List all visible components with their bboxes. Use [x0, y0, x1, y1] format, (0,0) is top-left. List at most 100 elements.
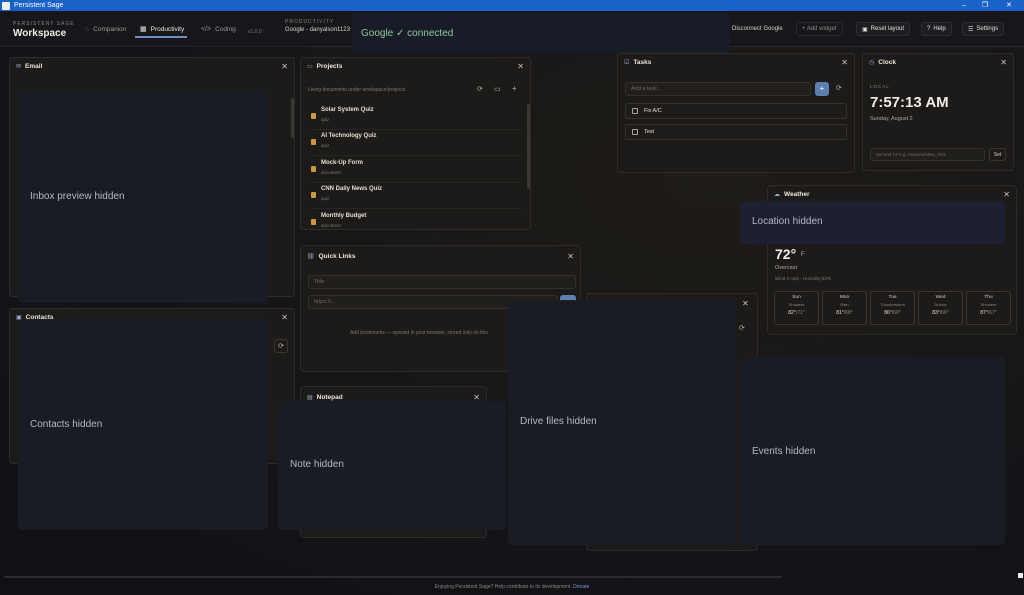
footer: Enjoying Persistent Sage? Help contribut…	[0, 582, 1024, 595]
drive-mask-label: Drive files hidden	[520, 416, 597, 427]
close-icon[interactable]: ✕	[517, 62, 524, 71]
close-icon[interactable]: ✕	[281, 62, 288, 71]
clock-date: Sunday, August 2	[870, 116, 913, 122]
refresh-icon[interactable]: ⟳	[477, 85, 483, 93]
disconnect-google-button[interactable]: Disconnect Google	[727, 22, 788, 36]
weather-details: Wind 3 mph · Humidity 92%	[775, 276, 831, 281]
document-icon	[311, 219, 316, 225]
weather-title: Weather	[784, 190, 810, 198]
list-item[interactable]: Solar System Quiz quiz	[309, 104, 522, 130]
document-icon	[311, 166, 316, 172]
project-kind: document	[321, 223, 341, 228]
close-icon[interactable]: ✕	[281, 313, 288, 322]
weather-temp: 72°	[775, 246, 797, 262]
clock-title: Clock	[878, 58, 896, 66]
list-item[interactable]: Fix A/C	[625, 103, 847, 119]
refresh-icon[interactable]: ⟳	[274, 339, 288, 353]
task-checkbox[interactable]	[632, 129, 638, 135]
link-title-input[interactable]: Title	[308, 275, 576, 289]
horizontal-scrollbar[interactable]	[4, 576, 782, 578]
companion-icon: ◌	[85, 25, 90, 33]
refresh-icon[interactable]: ⟳	[739, 324, 745, 332]
tab-productivity[interactable]: ▦ Productivity	[140, 21, 184, 37]
tab-companion-label: Companion	[93, 25, 127, 33]
projects-panel: ▭ Projects ✕ Living documents under worksp…	[300, 57, 531, 230]
notepad-title: Notepad	[316, 393, 343, 401]
close-icon[interactable]: ✕	[567, 252, 574, 261]
weather-icon: ☁	[774, 191, 780, 198]
contacts-mask: Contacts hidden	[18, 319, 268, 530]
google-status-banner: Google ✓ connected	[352, 13, 730, 53]
events-mask: Events hidden	[740, 357, 1005, 545]
donate-link[interactable]: Donate	[573, 584, 589, 590]
close-icon[interactable]: ✕	[1003, 190, 1010, 199]
list-item[interactable]: CNN Daily News Quiz quiz	[309, 183, 522, 209]
forecast-low: /66°	[939, 310, 949, 316]
tab-productivity-label: Productivity	[150, 25, 185, 33]
add-task-input[interactable]: Add a task...	[625, 82, 811, 96]
project-kind: quiz	[321, 117, 330, 122]
minimize-icon[interactable]: –	[956, 0, 972, 11]
forecast-condition: Thunderstorm	[880, 302, 905, 307]
google-status-text: Google ✓ connected	[361, 28, 454, 39]
list-item[interactable]: Test	[625, 124, 847, 140]
forecast-day-label: Thu	[984, 295, 993, 300]
list-item[interactable]: AI Technology Quiz quiz	[309, 130, 522, 156]
forecast-low: /71°	[795, 310, 805, 316]
note-mask-label: Note hidden	[290, 459, 344, 470]
clock-local-label: LOCAL	[870, 84, 890, 89]
help-label: Help	[933, 26, 946, 32]
forecast-high: 87°	[980, 310, 988, 316]
link-icon: ⛓	[307, 253, 315, 260]
reset-layout-button[interactable]: ▣ Reset layout	[856, 22, 911, 36]
weather-unit: F	[801, 252, 805, 258]
folder-icon: ▭	[307, 63, 313, 70]
list-item[interactable]: Monthly Budget document	[309, 210, 522, 229]
settings-label: Settings	[976, 26, 999, 32]
settings-button[interactable]: ☰ Settings	[962, 22, 1005, 36]
app-icon	[2, 1, 10, 10]
add-project-icon[interactable]: +	[512, 84, 517, 93]
quick-links-title: Quick Links	[318, 252, 356, 260]
tab-companion[interactable]: ◌ Companion	[85, 21, 126, 37]
forecast-condition: Drizzle	[934, 302, 947, 307]
open-folder-icon[interactable]: ▭	[494, 85, 501, 93]
help-button[interactable]: ? Help	[921, 22, 952, 36]
close-icon[interactable]: ✕	[1000, 58, 1007, 67]
close-window-icon[interactable]: ✕	[1001, 0, 1017, 11]
add-widget-button[interactable]: + Add widget	[796, 22, 843, 36]
refresh-icon[interactable]: ⟳	[836, 84, 842, 92]
second-timezone-input[interactable]: Second TZ e.g. America/New_York	[870, 148, 985, 161]
maximize-icon[interactable]: ❐	[977, 0, 993, 11]
email-scrollbar[interactable]	[291, 98, 294, 138]
inbox-mask-label: Inbox preview hidden	[30, 191, 125, 202]
resize-grip[interactable]	[1018, 573, 1023, 578]
reset-icon: ▣	[862, 26, 868, 33]
close-icon[interactable]: ✕	[742, 299, 749, 308]
list-item[interactable]: Mock-Up Form document	[309, 157, 522, 183]
forecast-day-label: Sun	[792, 295, 801, 300]
forecast-low: /67°	[987, 310, 997, 316]
inbox-preview-mask: Inbox preview hidden	[18, 90, 268, 303]
forecast-condition: Showers	[788, 302, 805, 307]
set-timezone-button[interactable]: Set	[989, 148, 1006, 161]
active-tab-underline	[135, 36, 187, 38]
note-icon: ▤	[307, 394, 313, 401]
project-kind: quiz	[321, 196, 330, 201]
close-icon[interactable]: ✕	[841, 58, 848, 67]
google-account-label: Google - danyalson1123	[285, 27, 350, 33]
document-icon	[311, 192, 316, 198]
forecast-temps: 82°/71°	[775, 310, 818, 316]
forecast-high: 82°	[788, 310, 796, 316]
document-icon	[311, 113, 316, 119]
version-label: v1.0.0	[248, 29, 262, 35]
help-icon: ?	[927, 26, 931, 32]
window-titlebar: Persistent Sage – ❐ ✕	[0, 0, 1024, 11]
tab-coding[interactable]: </> Coding	[201, 21, 236, 37]
tasks-panel: ☑ Tasks ✕ Add a task... + ⟳ Fix A/C Test	[617, 53, 855, 173]
add-task-button[interactable]: +	[815, 82, 829, 96]
forecast-day-label: Tue	[888, 295, 897, 300]
projects-scrollbar[interactable]	[527, 104, 530, 189]
task-checkbox[interactable]	[632, 108, 638, 114]
checkbox-icon: ☑	[624, 59, 630, 66]
